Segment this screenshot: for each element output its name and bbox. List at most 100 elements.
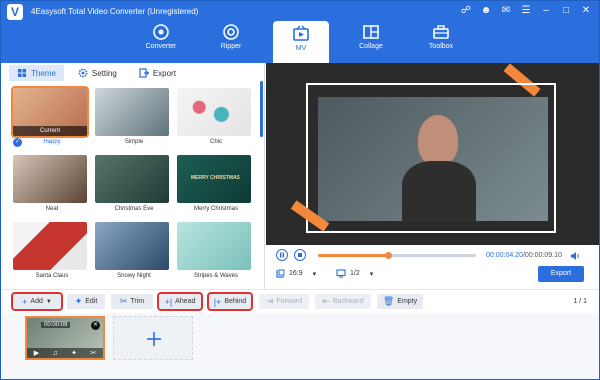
magic-wand-icon[interactable]: ✦ bbox=[71, 349, 77, 357]
app-window: V 4Easysoft Total Video Converter (Unreg… bbox=[0, 0, 600, 380]
ahead-icon: +| bbox=[164, 296, 173, 307]
scissors-icon: ✂ bbox=[119, 296, 128, 306]
nav-ripper[interactable]: Ripper bbox=[203, 19, 259, 63]
theme-label: Santa Claus bbox=[35, 273, 69, 279]
toolbox-icon bbox=[433, 25, 449, 39]
maximize-icon[interactable]: □ bbox=[559, 4, 573, 18]
converter-icon bbox=[153, 24, 169, 40]
theme-merry-christmas[interactable]: MERRY CHRISTMAS Merry Christmas bbox=[177, 155, 255, 213]
pause-icon bbox=[280, 252, 284, 258]
tab-export[interactable]: Export bbox=[131, 65, 184, 81]
stop-button[interactable] bbox=[294, 249, 306, 261]
time-display: 00:00:04.20/00:00:09.10 bbox=[486, 252, 562, 259]
behind-label: Behind bbox=[224, 298, 247, 305]
selected-check-icon: ✓ bbox=[13, 138, 22, 147]
ahead-button[interactable]: +| Ahead bbox=[157, 292, 203, 311]
tab-export-label: Export bbox=[152, 68, 176, 78]
scissors-icon[interactable]: ✂ bbox=[90, 349, 96, 357]
aspect-ratio-value: 16:9 bbox=[289, 270, 303, 277]
trim-button[interactable]: ✂ Trim bbox=[111, 294, 153, 309]
plus-icon bbox=[147, 332, 161, 346]
theme-chic[interactable]: Chic bbox=[177, 88, 255, 146]
total-time: /00:00:09.10 bbox=[522, 252, 562, 259]
behind-button[interactable]: |+ Behind bbox=[207, 292, 253, 311]
magic-wand-icon: ✦ bbox=[74, 296, 83, 306]
add-clip-button[interactable] bbox=[113, 316, 193, 360]
merry-christmas-text: MERRY CHRISTMAS bbox=[191, 175, 240, 181]
volume-icon[interactable]: ♫ bbox=[52, 350, 57, 357]
timeline: 00:00:09 ✕ ▶ ♫ ✦ ✂ bbox=[1, 313, 599, 379]
nav-collage[interactable]: Collage bbox=[343, 19, 399, 63]
theme-scrollbar[interactable] bbox=[260, 81, 263, 137]
empty-label: Empty bbox=[397, 298, 418, 305]
theme-snowy-night[interactable]: Snowy Night bbox=[95, 222, 173, 280]
add-button[interactable]: + Add ▼ bbox=[11, 292, 63, 311]
theme-santa-claus[interactable]: Santa Claus bbox=[13, 222, 91, 280]
ahead-label: Ahead bbox=[175, 298, 196, 305]
progress-knob[interactable] bbox=[384, 252, 392, 259]
person-body bbox=[402, 161, 476, 221]
close-icon[interactable]: ✕ bbox=[91, 321, 100, 330]
main-nav: Converter Ripper MV Collage Toolbox bbox=[1, 19, 599, 63]
theme-thumbnail bbox=[95, 88, 169, 136]
nav-mv[interactable]: MV bbox=[273, 21, 329, 63]
current-badge: Current bbox=[13, 126, 87, 136]
page-total: 1 bbox=[583, 298, 587, 305]
sub-tabs: Theme Setting Export bbox=[9, 65, 184, 83]
theme-label: Happy bbox=[43, 139, 61, 145]
theme-stripes-waves[interactable]: Stripes & Waves bbox=[177, 222, 255, 280]
theme-simple[interactable]: Simple bbox=[95, 88, 173, 146]
theme-label: Christmas Eve bbox=[114, 206, 154, 212]
clip-toolbar: + Add ▼ ✦ Edit ✂ Trim +| Ahead |+ Behind… bbox=[1, 289, 599, 313]
clip-duration: 00:00:09 bbox=[41, 322, 71, 328]
theme-thumbnail bbox=[95, 155, 169, 203]
user-icon[interactable]: ☻ bbox=[479, 4, 493, 18]
theme-label: Snowy Night bbox=[117, 273, 151, 279]
progress-bar[interactable] bbox=[318, 252, 476, 259]
theme-thumbnail bbox=[95, 222, 169, 270]
minimize-icon[interactable]: – bbox=[539, 4, 553, 18]
gear-icon bbox=[78, 68, 88, 78]
aspect-ratio-select[interactable]: 16:9 ▾ bbox=[276, 269, 316, 278]
title-bar: V 4Easysoft Total Video Converter (Unreg… bbox=[1, 1, 599, 63]
theme-grid: Current ✓ Happy Simple Chic Neat Christm… bbox=[9, 85, 259, 289]
page-current: 1 bbox=[573, 298, 578, 305]
close-icon[interactable]: ✕ bbox=[579, 4, 593, 18]
person-face bbox=[418, 115, 458, 165]
backward-label: Backward bbox=[332, 298, 364, 305]
tab-theme-label: Theme bbox=[31, 68, 56, 78]
theme-thumbnail bbox=[177, 222, 251, 270]
timeline-clip[interactable]: 00:00:09 ✕ ▶ ♫ ✦ ✂ bbox=[25, 316, 105, 360]
edit-button[interactable]: ✦ Edit bbox=[67, 294, 105, 309]
empty-button[interactable]: 🗑 Empty bbox=[377, 294, 423, 309]
theme-neat[interactable]: Neat bbox=[13, 155, 91, 213]
theme-thumbnail: MERRY CHRISTMAS bbox=[177, 155, 251, 203]
theme-label: Merry Christmas bbox=[193, 206, 238, 212]
feedback-icon[interactable]: ✉ bbox=[499, 4, 513, 18]
theme-label: Chic bbox=[209, 139, 222, 145]
progress-fill bbox=[318, 254, 388, 257]
tab-theme[interactable]: Theme bbox=[9, 65, 64, 81]
video-preview bbox=[266, 63, 599, 245]
nav-toolbox[interactable]: Toolbox bbox=[413, 19, 469, 63]
trim-label: Trim bbox=[130, 298, 145, 305]
play-icon[interactable]: ▶ bbox=[34, 349, 39, 357]
forward-button[interactable]: ⇥ Forward bbox=[259, 294, 309, 309]
cart-icon[interactable]: ☍ bbox=[459, 4, 473, 18]
theme-christmas-eve[interactable]: Christmas Eve bbox=[95, 155, 173, 213]
ripper-icon bbox=[223, 24, 239, 40]
export-button[interactable]: Export bbox=[538, 266, 584, 282]
nav-converter[interactable]: Converter bbox=[133, 19, 189, 63]
menu-icon[interactable]: ☰ bbox=[519, 4, 533, 18]
theme-label: Neat bbox=[45, 206, 59, 212]
tab-setting[interactable]: Setting bbox=[70, 65, 125, 81]
volume-icon[interactable] bbox=[570, 251, 580, 261]
nav-converter-label: Converter bbox=[145, 43, 177, 50]
theme-label: Simple bbox=[124, 139, 144, 145]
theme-happy[interactable]: Current ✓ Happy bbox=[11, 86, 91, 147]
aspect-ratio-icon bbox=[276, 269, 285, 278]
pause-button[interactable] bbox=[276, 249, 288, 261]
chevron-down-icon: ▼ bbox=[45, 298, 52, 305]
backward-button[interactable]: ⇤ Backward bbox=[315, 294, 371, 309]
screen-select[interactable]: 1/2 ▾ bbox=[336, 269, 373, 278]
